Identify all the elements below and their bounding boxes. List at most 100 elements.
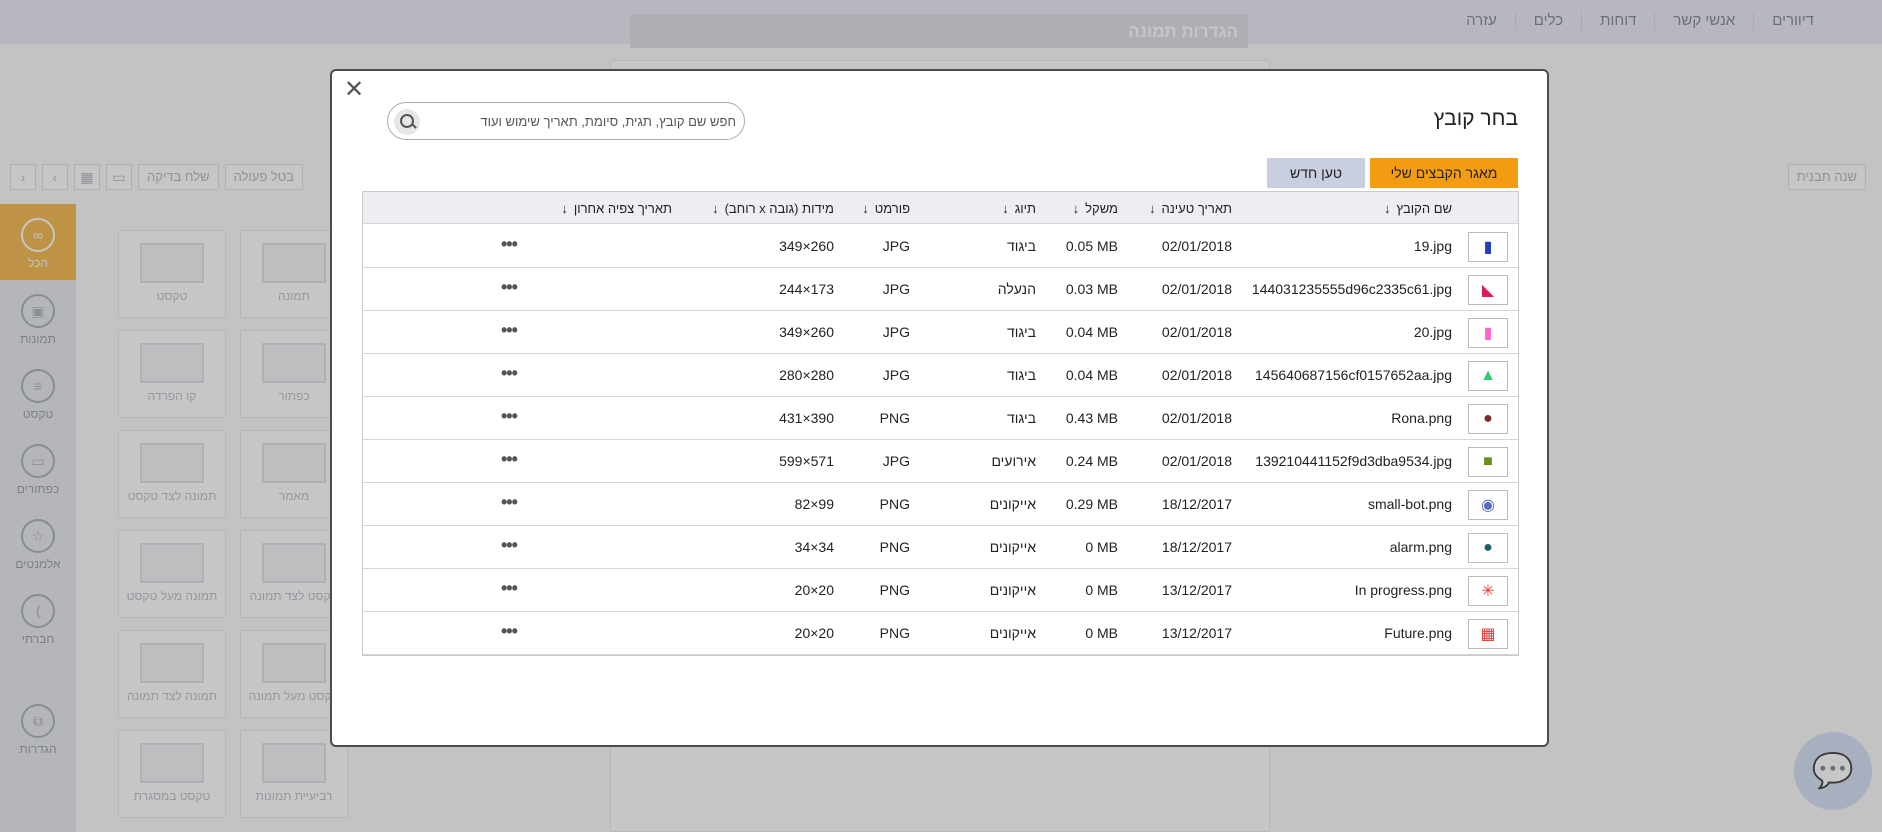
- bell-icon: ●: [1468, 533, 1508, 563]
- more-options-icon[interactable]: •••: [501, 621, 518, 642]
- thumbnail-glyph: ■: [1483, 453, 1493, 470]
- col-size-label: משקל: [1085, 201, 1118, 216]
- file-format: JPG: [882, 281, 910, 297]
- upload-date: 13/12/2017: [1161, 625, 1232, 641]
- file-size: 0 MB: [1085, 582, 1118, 598]
- file-dims: 82×99: [794, 496, 834, 512]
- thumbnail-glyph: ◉: [1481, 497, 1495, 514]
- col-dims[interactable]: מידות (גובה x רוחב) ↓: [712, 201, 834, 216]
- file-size: 0.04 MB: [1065, 324, 1118, 340]
- file-tag: ביגוד: [1006, 238, 1036, 254]
- photo-icon: ■: [1468, 447, 1508, 477]
- file-name: 145640687156cf0157652aa.jpg: [1255, 367, 1452, 383]
- dress-icon: ▲: [1468, 361, 1508, 391]
- sort-arrow-icon: ↓: [1383, 201, 1391, 216]
- col-upload-date[interactable]: תאריך טעינה ↓: [1149, 201, 1232, 216]
- sort-arrow-icon: ↓: [1002, 201, 1009, 216]
- upload-date: 18/12/2017: [1161, 496, 1232, 512]
- file-name: Future.png: [1384, 625, 1452, 641]
- close-icon[interactable]: ✕: [342, 78, 366, 103]
- file-dims: 599×571: [779, 453, 834, 469]
- table-row[interactable]: ▦ Future.png 13/12/2017 0 MB אייקונים PNG 20×2…: [363, 612, 1518, 655]
- col-format-label: פורמט: [874, 201, 910, 216]
- upload-date: 18/12/2017: [1161, 539, 1232, 555]
- table-row[interactable]: ◉ small-bot.png 18/12/2017 0.29 MB אייקונים P…: [363, 483, 1518, 526]
- table-row[interactable]: ■ 139210441152f9d3dba9534.jpg 02/01/2018 0.…: [363, 440, 1518, 483]
- upload-new-button[interactable]: טען חדש: [1267, 158, 1365, 188]
- file-picker-modal: ✕ בחר קובץ מאגר הקבצים שלי טען חדש שם הק…: [330, 69, 1549, 747]
- col-name[interactable]: שם הקובץ ↓: [1384, 201, 1452, 216]
- table-header: שם הקובץ ↓ תאריך טעינה ↓ משקל ↓ תיוג ↓ פורמט…: [363, 192, 1518, 224]
- more-options-icon[interactable]: •••: [501, 535, 518, 556]
- file-tag: אייקונים: [989, 582, 1036, 598]
- my-files-button[interactable]: מאגר הקבצים שלי: [1370, 158, 1518, 188]
- file-tag: ביגוד: [1006, 324, 1036, 340]
- file-name: In progress.png: [1354, 582, 1452, 598]
- col-tag[interactable]: תיוג ↓: [1002, 201, 1036, 216]
- col-size[interactable]: משקל ↓: [1073, 201, 1118, 216]
- file-dims: 280×280: [779, 367, 834, 383]
- file-dims: 431×390: [779, 410, 834, 426]
- file-format: PNG: [879, 539, 910, 555]
- thumbnail-glyph: ▦: [1480, 626, 1496, 643]
- upload-date: 02/01/2018: [1161, 324, 1232, 340]
- table-row[interactable]: ● alarm.png 18/12/2017 0 MB אייקונים PNG 34×34…: [363, 526, 1518, 569]
- file-tag: אייקונים: [989, 539, 1036, 555]
- col-upload-date-label: תאריך טעינה: [1161, 201, 1233, 216]
- search-icon[interactable]: [394, 109, 420, 135]
- search-box: [387, 102, 745, 140]
- table-row[interactable]: ▮ 20.jpg 02/01/2018 0.04 MB ביגוד JPG 349×260 •…: [363, 311, 1518, 354]
- file-size: 0.04 MB: [1065, 367, 1118, 383]
- thumbnail-glyph: ●: [1483, 410, 1493, 427]
- modal-title: בחר קובץ: [1433, 107, 1518, 130]
- more-options-icon[interactable]: •••: [501, 320, 518, 341]
- file-size: 0.24 MB: [1065, 453, 1118, 469]
- file-tag: אירועים: [991, 453, 1036, 469]
- table-row[interactable]: ✳ In progress.png 13/12/2017 0 MB אייקונים PN…: [363, 569, 1518, 612]
- table-row[interactable]: ● Rona.png 02/01/2018 0.43 MB ביגוד PNG 431×39…: [363, 397, 1518, 440]
- col-format[interactable]: פורמט ↓: [862, 201, 910, 216]
- file-format: PNG: [879, 582, 910, 598]
- more-options-icon[interactable]: •••: [501, 363, 518, 384]
- col-last-viewed[interactable]: תאריך צפיה אחרון ↓: [561, 201, 672, 216]
- more-options-icon[interactable]: •••: [501, 492, 518, 513]
- file-dims: 20×20: [794, 625, 834, 641]
- more-options-icon[interactable]: •••: [501, 277, 518, 298]
- file-name: alarm.png: [1389, 539, 1452, 555]
- more-options-icon[interactable]: •••: [501, 449, 518, 470]
- col-last-viewed-label: תאריך צפיה אחרון: [573, 201, 672, 216]
- table-row[interactable]: ▮ 19.jpg 02/01/2018 0.05 MB ביגוד JPG 349×260 •…: [363, 225, 1518, 268]
- table-row[interactable]: ◣ 144031235555d96c2335c61.jpg 02/01/2018 0.…: [363, 268, 1518, 311]
- upload-date: 02/01/2018: [1161, 453, 1232, 469]
- shirt-icon: ▮: [1468, 318, 1508, 348]
- thumbnail-glyph: ▮: [1483, 239, 1493, 256]
- file-format: JPG: [882, 324, 910, 340]
- file-size: 0 MB: [1085, 625, 1118, 641]
- file-tag: ביגוד: [1006, 410, 1036, 426]
- calendar-clock-icon: ▦: [1468, 619, 1508, 649]
- file-dims: 349×260: [779, 324, 834, 340]
- file-tag: הנעלה: [997, 281, 1036, 297]
- sort-arrow-icon: ↓: [1149, 201, 1156, 216]
- more-options-icon[interactable]: •••: [501, 234, 518, 255]
- files-table: שם הקובץ ↓ תאריך טעינה ↓ משקל ↓ תיוג ↓ פורמט…: [362, 191, 1519, 656]
- table-row[interactable]: ▲ 145640687156cf0157652aa.jpg 02/01/2018 0.…: [363, 354, 1518, 397]
- thumbnail-glyph: ●: [1483, 539, 1493, 556]
- file-dims: 349×260: [779, 238, 834, 254]
- file-tag: ביגוד: [1006, 367, 1036, 383]
- file-format: PNG: [879, 496, 910, 512]
- more-options-icon[interactable]: •••: [501, 578, 518, 599]
- file-dims: 244×173: [779, 281, 834, 297]
- upload-date: 02/01/2018: [1161, 367, 1232, 383]
- search-input[interactable]: [426, 107, 736, 135]
- file-size: 0.05 MB: [1065, 238, 1118, 254]
- thumbnail-glyph: ✳: [1481, 583, 1495, 600]
- file-name: 144031235555d96c2335c61.jpg: [1251, 281, 1452, 297]
- dress-icon: ▮: [1468, 232, 1508, 262]
- col-tag-label: תיוג: [1014, 201, 1036, 216]
- more-options-icon[interactable]: •••: [501, 406, 518, 427]
- file-name: 20.jpg: [1413, 324, 1452, 340]
- file-dims: 34×34: [794, 539, 834, 555]
- file-size: 0.29 MB: [1065, 496, 1118, 512]
- upload-date: 13/12/2017: [1161, 582, 1232, 598]
